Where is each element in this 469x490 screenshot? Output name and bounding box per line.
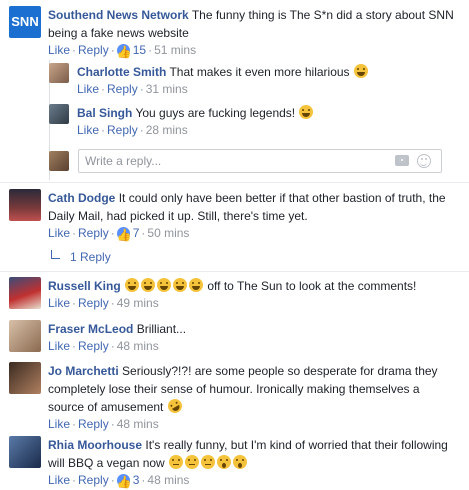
- avatar[interactable]: [9, 436, 41, 468]
- like-link[interactable]: Like: [48, 296, 70, 310]
- avatar[interactable]: [49, 104, 69, 124]
- like-count-icon: [116, 474, 130, 487]
- reply-link[interactable]: Reply: [78, 339, 109, 353]
- comment-actions: Like · Reply · 31 mins: [77, 82, 188, 96]
- reply-link[interactable]: Reply: [78, 43, 109, 57]
- rolling-laughing-emoji-icon: [165, 396, 185, 416]
- laughing-emoji-icon: [157, 278, 172, 292]
- comment-author[interactable]: Jo Marchetti: [48, 364, 119, 378]
- comment-actions: Like·Reply·3·48 mins: [48, 472, 458, 488]
- laughing-emoji-icon: [353, 64, 368, 78]
- timestamp[interactable]: 48 mins: [147, 473, 189, 487]
- comment-actions: Like · Reply · 48 mins: [48, 339, 159, 353]
- comment-author[interactable]: Cath Dodge: [48, 191, 115, 205]
- view-replies-link[interactable]: 1 Reply: [51, 250, 111, 264]
- avatar[interactable]: [9, 277, 41, 309]
- like-link[interactable]: Like: [48, 43, 70, 57]
- comment-author[interactable]: Bal Singh: [77, 106, 132, 120]
- comment-text: off to The Sun to look at the comments!: [207, 279, 417, 293]
- reply-link[interactable]: Reply: [107, 123, 138, 137]
- hushed-emoji-icon: [233, 455, 248, 469]
- like-link[interactable]: Like: [48, 226, 70, 240]
- emoji-picker-icon[interactable]: [417, 154, 431, 168]
- avatar[interactable]: [49, 63, 69, 83]
- comment-text: You guys are fucking legends!: [135, 106, 296, 120]
- reply-link[interactable]: Reply: [78, 417, 109, 431]
- comment-author[interactable]: Charlotte Smith: [77, 65, 166, 79]
- comment-actions: Like·Reply·7·50 mins: [48, 225, 458, 241]
- reply-arrow-icon: [51, 250, 60, 259]
- no-mouth-emoji-icon: [185, 455, 200, 469]
- divider: [0, 271, 469, 272]
- comment-actions: Like · Reply · 48 mins: [48, 417, 159, 431]
- like-link[interactable]: Like: [48, 339, 70, 353]
- reply-link[interactable]: Reply: [78, 473, 109, 487]
- comment-author[interactable]: Southend News Network: [48, 8, 189, 22]
- like-link[interactable]: Like: [77, 123, 99, 137]
- laughing-emoji-icon: [125, 278, 140, 292]
- timestamp[interactable]: 48 mins: [117, 417, 159, 431]
- divider: [0, 182, 469, 183]
- comment-actions: Like · Reply · 49 mins: [48, 296, 159, 310]
- timestamp[interactable]: 51 mins: [154, 43, 196, 57]
- reply-link[interactable]: Reply: [78, 296, 109, 310]
- timestamp[interactable]: 31 mins: [146, 82, 188, 96]
- timestamp[interactable]: 48 mins: [117, 339, 159, 353]
- avatar[interactable]: SNN: [9, 6, 41, 38]
- comment-actions: Like·Reply·15·51 mins: [48, 42, 458, 58]
- view-replies-label: 1 Reply: [70, 250, 111, 264]
- reply-input[interactable]: Write a reply...: [78, 149, 442, 173]
- comment-text: That makes it even more hilarious: [169, 65, 350, 79]
- like-count-icon: [116, 44, 130, 57]
- astonished-emoji-icon: [217, 455, 232, 469]
- laughing-emoji-icon: [189, 278, 204, 292]
- avatar[interactable]: [9, 189, 41, 221]
- comment-text: Brilliant...: [136, 322, 187, 336]
- reply-link[interactable]: Reply: [107, 82, 138, 96]
- avatar[interactable]: [9, 320, 41, 352]
- like-link[interactable]: Like: [77, 82, 99, 96]
- comment-actions: Like · Reply · 28 mins: [77, 123, 188, 137]
- comment-author[interactable]: Fraser McLeod: [48, 322, 133, 336]
- current-user-avatar: [49, 151, 69, 171]
- like-link[interactable]: Like: [48, 473, 70, 487]
- rolling-eyes-emoji-icon: [201, 455, 216, 469]
- timestamp[interactable]: 49 mins: [117, 296, 159, 310]
- like-link[interactable]: Like: [48, 417, 70, 431]
- timestamp[interactable]: 50 mins: [147, 226, 189, 240]
- reply-placeholder: Write a reply...: [85, 154, 162, 168]
- comment-author[interactable]: Rhia Moorhouse: [48, 438, 142, 452]
- timestamp[interactable]: 28 mins: [146, 123, 188, 137]
- avatar[interactable]: [9, 362, 41, 394]
- laughing-emoji-icon: [173, 278, 188, 292]
- laughing-emoji-icon: [299, 105, 314, 119]
- camera-icon[interactable]: [395, 155, 409, 166]
- laughing-emoji-icon: [141, 278, 156, 292]
- comment-author[interactable]: Russell King: [48, 279, 121, 293]
- like-count-icon: [116, 227, 130, 240]
- like-count[interactable]: 15: [133, 43, 146, 57]
- expressionless-emoji-icon: [169, 455, 184, 469]
- reply-link[interactable]: Reply: [78, 226, 109, 240]
